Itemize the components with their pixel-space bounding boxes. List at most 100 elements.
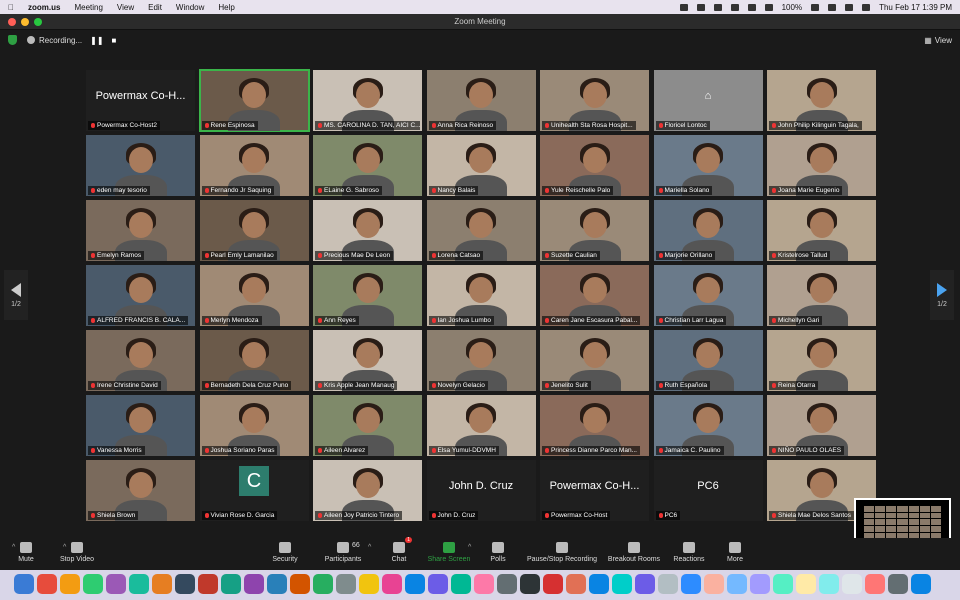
menu-app-name[interactable]: zoom.us	[28, 3, 60, 12]
dock-app-icon[interactable]	[658, 574, 678, 594]
participant-tile[interactable]: Aileen Alvarez	[313, 395, 422, 456]
dock-app-icon[interactable]	[612, 574, 632, 594]
participant-tile[interactable]: Jenelito Sulit	[540, 330, 649, 391]
participant-tile[interactable]: John Philip Kilinguin Tagala,	[767, 70, 876, 131]
dock-app-icon[interactable]	[313, 574, 333, 594]
participant-tile[interactable]: Suzette Caulian	[540, 200, 649, 261]
participant-tile[interactable]: eden may tesorio	[86, 135, 195, 196]
participant-tile[interactable]: Bernadeth Dela Cruz Puno	[199, 330, 309, 391]
participant-tile[interactable]: Unihealth Sta Rosa Hospit...	[540, 70, 649, 131]
dock-app-icon[interactable]	[83, 574, 103, 594]
dock-app-icon[interactable]	[727, 574, 747, 594]
dock-app-icon[interactable]	[175, 574, 195, 594]
dock-app-icon[interactable]	[704, 574, 724, 594]
participant-tile[interactable]: Joshua Soriano Paras	[199, 395, 309, 456]
participant-tile[interactable]: Precious Mae De Leon	[313, 200, 422, 261]
previous-page-button[interactable]: 1/2	[4, 270, 28, 320]
dock-app-icon[interactable]	[382, 574, 402, 594]
dock-app-icon[interactable]	[106, 574, 126, 594]
dock-app-icon[interactable]	[290, 574, 310, 594]
dock-app-icon[interactable]	[244, 574, 264, 594]
participant-tile[interactable]: Princess Dianne Parco Man...	[540, 395, 649, 456]
dock-app-icon[interactable]	[589, 574, 609, 594]
dock-app-icon[interactable]	[221, 574, 241, 594]
stop-recording-icon[interactable]: ■	[112, 36, 117, 45]
participant-tile[interactable]: NIÑO PAULO OLAES	[767, 395, 876, 456]
pause-stop-recording-button[interactable]: Pause/Stop Recording	[517, 542, 607, 563]
more-button[interactable]: More	[700, 542, 770, 563]
search-icon[interactable]	[845, 3, 854, 11]
participant-tile[interactable]: Pearl Emly Lamanilao	[199, 200, 309, 261]
control-center-icon[interactable]	[862, 3, 871, 11]
menu-window[interactable]: Window	[176, 3, 204, 12]
participant-tile[interactable]: Reina Otarra	[767, 330, 876, 391]
dock-app-icon[interactable]	[60, 574, 80, 594]
wifi-icon[interactable]	[828, 3, 837, 11]
status-icon[interactable]	[730, 3, 739, 11]
participant-tile[interactable]: John D. Cruz John D. Cruz	[426, 460, 536, 521]
participant-tile[interactable]: Jamaica C. Paulino	[653, 395, 763, 456]
dock-app-icon[interactable]	[474, 574, 494, 594]
stop-video-button[interactable]: Stop Video ^	[42, 542, 112, 563]
dock-app-icon[interactable]	[566, 574, 586, 594]
dock-app-icon[interactable]	[198, 574, 218, 594]
participant-tile[interactable]: PC6 PC6	[653, 460, 763, 521]
dock-app-icon[interactable]	[750, 574, 770, 594]
participant-tile[interactable]: Rene Espinosa	[198, 69, 310, 132]
participant-tile[interactable]: Powermax Co-H... Powermax Co-Host2	[86, 70, 195, 131]
battery-icon[interactable]	[811, 3, 820, 11]
participant-tile[interactable]: Ian Joshua Lumbo	[426, 265, 536, 326]
chevron-up-icon[interactable]: ^	[63, 544, 66, 551]
dock-app-icon[interactable]	[681, 574, 701, 594]
dock-app-icon[interactable]	[451, 574, 471, 594]
dock-app-icon[interactable]	[543, 574, 563, 594]
dock-app-icon[interactable]	[428, 574, 448, 594]
participant-tile[interactable]: Novelyn Gelacio	[426, 330, 536, 391]
participant-tile[interactable]: C Vivian Rose D. Garcia	[199, 460, 309, 521]
status-icon[interactable]	[713, 3, 722, 11]
participant-tile[interactable]: Kristelrose Tallud	[767, 200, 876, 261]
participant-tile[interactable]: Shiela Brown	[86, 460, 195, 521]
dock-app-icon[interactable]	[520, 574, 540, 594]
participant-tile[interactable]: Fernando Jr Saquing	[199, 135, 309, 196]
apple-icon[interactable]: 	[8, 3, 14, 12]
dock-app-icon[interactable]	[267, 574, 287, 594]
dock-app-icon[interactable]	[819, 574, 839, 594]
dock-app-icon[interactable]	[888, 574, 908, 594]
participant-tile[interactable]: Anna Rica Reinoso	[426, 70, 536, 131]
volume-icon[interactable]	[747, 3, 756, 11]
menu-view[interactable]: View	[117, 3, 134, 12]
dock-app-icon[interactable]	[336, 574, 356, 594]
participant-tile[interactable]: Caren Jane Escasura Pabal...	[540, 265, 649, 326]
participant-tile[interactable]: Irene Christine David	[86, 330, 195, 391]
participant-tile[interactable]: Christian Larr Lagua	[653, 265, 763, 326]
participant-tile[interactable]: Nancy Balais	[426, 135, 536, 196]
bluetooth-icon[interactable]	[764, 3, 773, 11]
participant-tile[interactable]: ⌂ Floricel Lontoc	[653, 70, 763, 131]
participant-tile[interactable]: Lorena Catsao	[426, 200, 536, 261]
dock-app-icon[interactable]	[129, 574, 149, 594]
participant-tile[interactable]: Marjorie Orillano	[653, 200, 763, 261]
participant-tile[interactable]: Joana Marie Eugenio	[767, 135, 876, 196]
pause-recording-icon[interactable]: ❚❚	[90, 36, 103, 45]
dock-app-icon[interactable]	[911, 574, 931, 594]
participant-tile[interactable]: Vanessa Morris	[86, 395, 195, 456]
dock-app-icon[interactable]	[842, 574, 862, 594]
menubar-clock[interactable]: Thu Feb 17 1:39 PM	[879, 3, 952, 12]
menu-meeting[interactable]: Meeting	[74, 3, 102, 12]
participant-tile[interactable]: Emelyn Ramos	[86, 200, 195, 261]
participant-tile[interactable]: ELaine G. Sabroso	[313, 135, 422, 196]
menu-help[interactable]: Help	[218, 3, 234, 12]
participant-tile[interactable]: Elsa Yumul-DDVMH	[426, 395, 536, 456]
dock-app-icon[interactable]	[405, 574, 425, 594]
dock-app-icon[interactable]	[865, 574, 885, 594]
dock-app-icon[interactable]	[635, 574, 655, 594]
participant-tile[interactable]: Ann Reyes	[313, 265, 422, 326]
dock-app-icon[interactable]	[152, 574, 172, 594]
participant-tile[interactable]: Michellyn Gari	[767, 265, 876, 326]
view-button[interactable]: ▦ View	[924, 36, 952, 45]
participant-tile[interactable]: Yule Reischelle Palo	[540, 135, 649, 196]
dock-app-icon[interactable]	[14, 574, 34, 594]
dock-app-icon[interactable]	[773, 574, 793, 594]
dock-app-icon[interactable]	[359, 574, 379, 594]
